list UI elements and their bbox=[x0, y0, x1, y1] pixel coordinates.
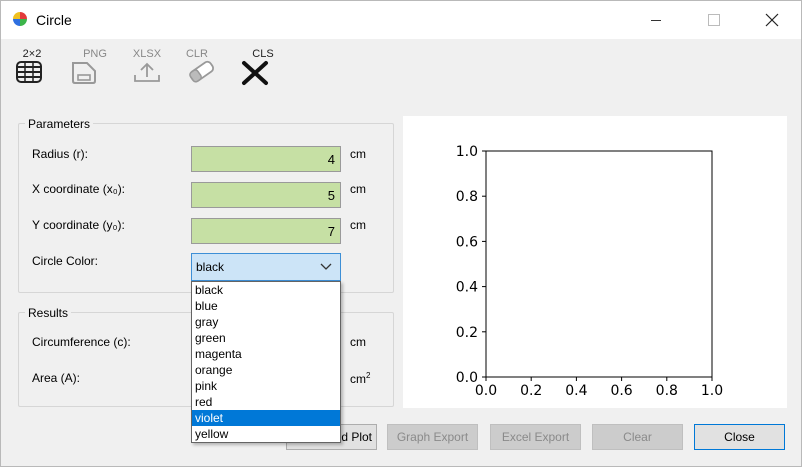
color-option-green[interactable]: green bbox=[192, 330, 340, 346]
color-option-red[interactable]: red bbox=[192, 394, 340, 410]
clear-screen-button[interactable]: CLS bbox=[237, 44, 281, 86]
x-tick-label: 0.4 bbox=[565, 383, 587, 399]
y-tick-label: 0.6 bbox=[456, 234, 478, 250]
y-tick-label: 0.8 bbox=[456, 189, 478, 205]
color-option-black[interactable]: black bbox=[192, 282, 340, 298]
table-icon bbox=[16, 61, 42, 83]
clear-plot-button[interactable]: CLR bbox=[181, 44, 225, 86]
close-icon bbox=[765, 13, 779, 27]
eraser-icon bbox=[189, 60, 215, 83]
color-option-magenta[interactable]: magenta bbox=[192, 346, 340, 362]
circle-color-dropdown: black blue gray green magenta orange pink red vi… bbox=[191, 281, 341, 443]
clear-label: Clear bbox=[623, 430, 652, 444]
grid-layout-button[interactable]: 2×2 bbox=[10, 44, 54, 86]
app-window: Circle 2×2 PNG XLSX CLR CLS Parameters R… bbox=[0, 0, 802, 467]
results-title: Results bbox=[25, 306, 72, 320]
area-unit: cm2 bbox=[350, 371, 370, 386]
plot-button-label: d Plot bbox=[341, 430, 372, 444]
png-export-button[interactable]: PNG bbox=[67, 44, 111, 86]
x-mark-icon bbox=[242, 61, 268, 85]
plot-canvas: 0.0 0.2 0.4 0.6 0.8 1.0 0.0 0.2 0.4 0.6 0.8 1.0 bbox=[403, 116, 787, 408]
area-label: Area (A): bbox=[32, 371, 81, 385]
area-unit-exponent: 2 bbox=[366, 371, 371, 380]
excel-export-button[interactable]: Excel Export bbox=[490, 424, 581, 450]
title-bar[interactable]: Circle bbox=[1, 1, 801, 39]
radius-input[interactable]: 4 bbox=[191, 146, 341, 172]
grid-layout-label: 2×2 bbox=[22, 48, 42, 60]
x-tick-label: 0.8 bbox=[656, 383, 678, 399]
chevron-down-icon bbox=[320, 263, 332, 270]
y-tick-label: 0.4 bbox=[456, 280, 478, 296]
plot-svg: 0.0 0.2 0.4 0.6 0.8 1.0 0.0 0.2 0.4 0.6 0.8 1.0 bbox=[456, 144, 723, 399]
area-unit-base: cm bbox=[350, 372, 366, 386]
radius-label: Radius (r): bbox=[32, 147, 89, 161]
radius-unit: cm bbox=[350, 147, 366, 161]
color-option-pink[interactable]: pink bbox=[192, 378, 340, 394]
window-title: Circle bbox=[36, 12, 72, 28]
color-option-violet[interactable]: violet bbox=[192, 410, 340, 426]
close-window-button[interactable] bbox=[749, 1, 795, 39]
graph-export-label: Graph Export bbox=[396, 430, 469, 444]
axes-frame bbox=[485, 150, 713, 378]
y-coordinate-label: Y coordinate (y₀): bbox=[32, 218, 125, 232]
x-coordinate-label: X coordinate (x₀): bbox=[32, 182, 126, 196]
y-tick-label: 0.0 bbox=[456, 370, 478, 386]
y-coordinate-input[interactable]: 7 bbox=[191, 218, 341, 244]
circle-color-value: black bbox=[196, 260, 225, 274]
x-tick-label: 1.0 bbox=[701, 383, 723, 399]
color-option-yellow[interactable]: yellow bbox=[192, 426, 340, 442]
excel-export-label: Excel Export bbox=[501, 430, 570, 444]
color-option-blue[interactable]: blue bbox=[192, 298, 340, 314]
close-button[interactable]: Close bbox=[694, 424, 785, 450]
circle-color-select[interactable]: black bbox=[191, 253, 341, 281]
circumference-unit: cm bbox=[350, 335, 366, 349]
x-coordinate-input[interactable]: 5 bbox=[191, 182, 341, 208]
upload-icon bbox=[134, 62, 160, 82]
x-tick-label: 0.2 bbox=[520, 383, 542, 399]
maximize-icon bbox=[708, 14, 720, 26]
xlsx-export-button[interactable]: XLSX bbox=[125, 44, 169, 86]
app-icon bbox=[13, 12, 27, 26]
x-tick-label: 0.6 bbox=[610, 383, 632, 399]
close-label: Close bbox=[724, 430, 755, 444]
y-tick-label: 0.2 bbox=[456, 325, 478, 341]
color-option-gray[interactable]: gray bbox=[192, 314, 340, 330]
graph-export-button[interactable]: Graph Export bbox=[387, 424, 478, 450]
y-tick-label: 1.0 bbox=[456, 144, 478, 160]
cls-label: CLS bbox=[252, 48, 274, 60]
minimize-button[interactable] bbox=[633, 1, 679, 39]
parameters-title: Parameters bbox=[25, 117, 94, 131]
circumference-label: Circumference (c): bbox=[32, 335, 131, 349]
maximize-button[interactable] bbox=[691, 1, 737, 39]
minimize-icon bbox=[651, 20, 661, 21]
clear-button[interactable]: Clear bbox=[592, 424, 683, 450]
x-coordinate-unit: cm bbox=[350, 182, 366, 196]
color-option-orange[interactable]: orange bbox=[192, 362, 340, 378]
x-tick-label: 0.0 bbox=[475, 383, 497, 399]
xlsx-label: XLSX bbox=[132, 48, 162, 60]
circle-color-label: Circle Color: bbox=[32, 254, 99, 268]
save-disk-icon bbox=[72, 62, 96, 84]
y-coordinate-unit: cm bbox=[350, 218, 366, 232]
